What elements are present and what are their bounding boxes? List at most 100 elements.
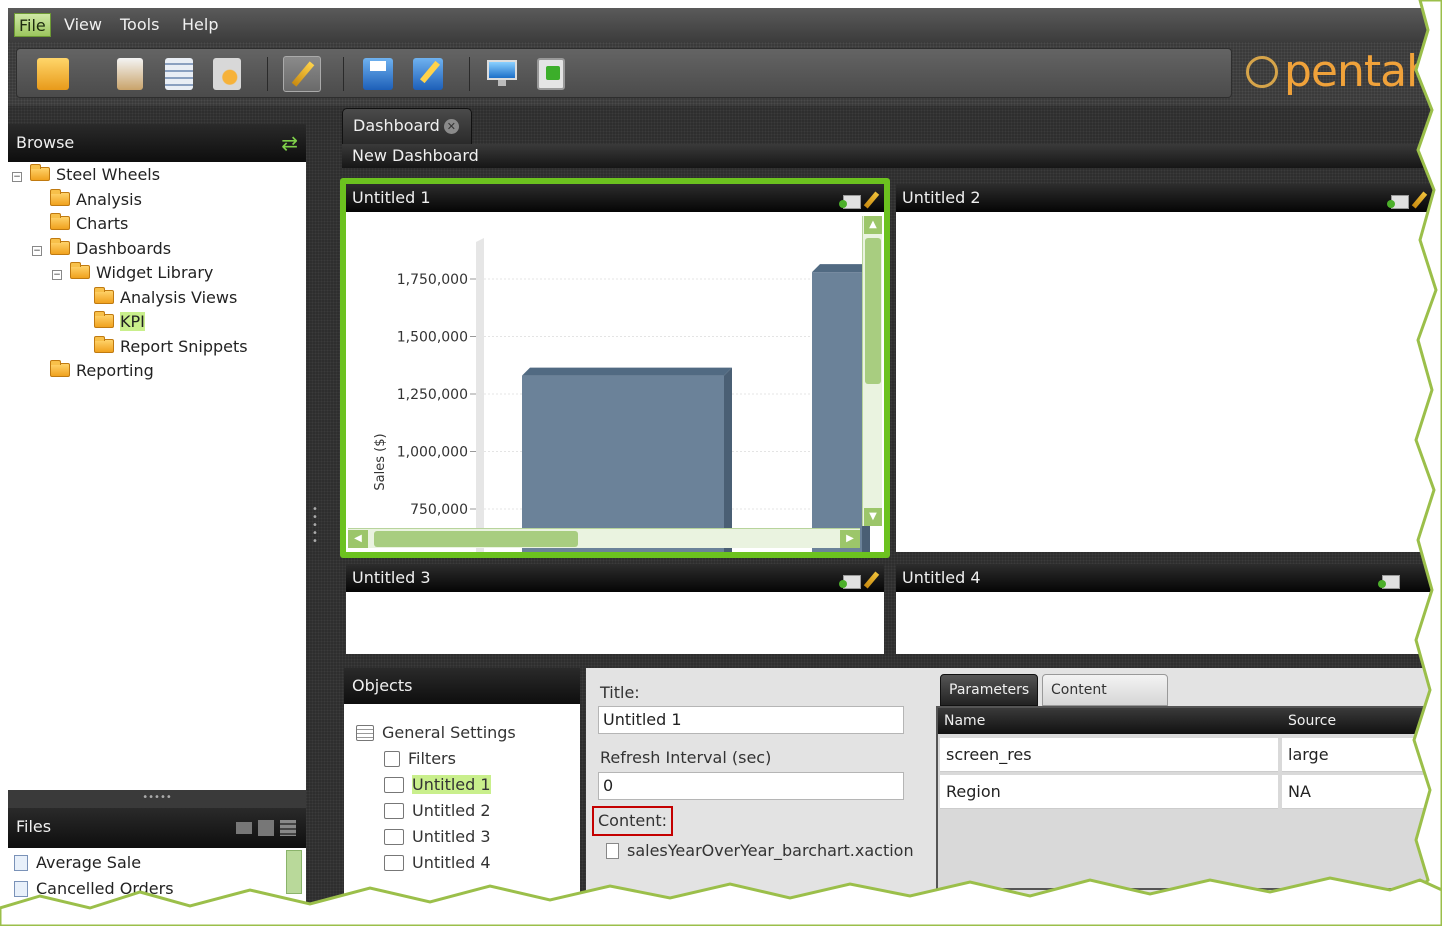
tab-dashboard[interactable]: Dashboard ✕ [342,108,472,144]
title-input[interactable]: Untitled 1 [598,706,904,734]
files-toolbar [236,820,298,836]
param-source-cell[interactable]: large [1282,738,1436,772]
object-untitled-4[interactable]: Untitled 4 [384,852,491,874]
save-as-pencil-icon [419,60,441,84]
tree-item-widget-library[interactable]: − Widget Library [52,262,213,284]
object-label: Untitled 2 [412,801,491,820]
edit-icon[interactable] [863,571,880,589]
tree-item-kpi[interactable]: KPI [94,311,145,333]
horizontal-scroll-thumb[interactable] [374,531,578,547]
param-name-cell[interactable]: screen_res [940,738,1278,772]
tree-item-charts[interactable]: Charts [50,213,128,235]
tree-item-analysis-views[interactable]: Analysis Views [94,287,237,309]
save-icon[interactable] [363,58,393,90]
content-file[interactable]: salesYearOverYear_barchart.xaction [606,841,914,860]
scroll-left-icon[interactable]: ◀ [348,530,368,548]
menu-view[interactable]: View [60,13,106,37]
objects-header: Objects [344,668,580,704]
edit-dashboard-icon[interactable] [283,56,321,92]
chart-vertical-scrollbar[interactable]: ▲ ▼ [862,216,882,526]
new-chart-icon[interactable] [213,58,241,90]
save-as-icon[interactable] [413,58,443,90]
export-icon[interactable] [839,195,861,209]
object-label: Untitled 1 [412,775,491,794]
pentaho-swirl-icon [1246,56,1278,88]
object-filters[interactable]: Filters [384,748,456,770]
bar [812,272,862,552]
pane-icons [1387,190,1428,209]
new-table-icon[interactable] [165,58,193,90]
files-list: Average Sale Cancelled Orders [8,848,306,926]
export-icon[interactable] [839,575,861,589]
tree-item-label: Widget Library [96,263,214,282]
list-view-icon[interactable] [280,820,296,836]
object-untitled-1[interactable]: Untitled 1 [384,774,491,796]
content-file-name: salesYearOverYear_barchart.xaction [627,841,914,860]
folder-view-icon[interactable] [236,822,252,834]
folder-icon [50,238,70,255]
tab-parameters[interactable]: Parameters [940,674,1038,706]
file-item-label: Cancelled Orders [36,879,174,898]
scroll-right-icon[interactable]: ▶ [840,530,860,548]
tree-item-analysis[interactable]: Analysis [50,189,142,211]
browse-tree: − Steel Wheels Analysis Charts − Dashboard… [8,162,306,790]
param-source-cell[interactable]: NA [1282,775,1436,809]
monitor-screen-icon [487,60,517,80]
menu-file[interactable]: File [14,13,51,37]
pane-untitled-3[interactable]: Untitled 3 [346,564,884,654]
content-label: Content: [592,806,674,836]
tree-item-reporting[interactable]: Reporting [50,360,154,382]
column-name-header: Name [944,713,986,729]
collapse-icon[interactable]: − [32,246,42,256]
pane-icon [384,855,404,871]
chart-horizontal-scrollbar[interactable]: ◀ ▶ [348,528,860,548]
files-scrollbar[interactable] [286,850,302,894]
refresh-interval-input[interactable]: 0 [598,772,904,800]
bar [522,375,724,552]
export-icon[interactable] [1387,195,1409,209]
refresh-icon[interactable]: ⇄ [281,124,298,162]
title-label: Title: [600,683,640,702]
folder-icon [30,164,50,181]
browse-files-splitter[interactable]: ••••• [8,790,306,808]
edit-icon[interactable] [863,191,880,209]
folder-icon [50,189,70,206]
collapse-icon[interactable]: − [12,172,22,182]
menu-tools[interactable]: Tools [116,13,163,37]
new-report-icon[interactable] [117,58,143,90]
edit-file-icon[interactable] [258,820,274,836]
pane-untitled-4[interactable]: Untitled 4 [896,564,1438,654]
file-item-cancelled-orders[interactable]: Cancelled Orders [14,878,174,900]
tree-item-steel-wheels[interactable]: − Steel Wheels [12,164,160,186]
tree-item-dashboards[interactable]: − Dashboards [32,238,171,260]
pane-untitled-1[interactable]: Untitled 1 1,750,000 1,500,000 1,250,000 1,… [346,184,884,552]
pane-untitled-2[interactable]: Untitled 2 [896,184,1438,552]
vertical-splitter[interactable]: • • • • • [310,505,320,552]
export-icon[interactable] [1378,575,1400,589]
preview-icon[interactable] [537,58,565,90]
vertical-scroll-thumb[interactable] [865,238,881,384]
scroll-up-icon[interactable]: ▲ [864,216,882,234]
objects-tree: General Settings Filters Untitled 1 Unti… [344,704,580,926]
files-header: Files [8,808,306,848]
param-name-cell[interactable]: Region [940,775,1278,809]
close-icon[interactable]: ✕ [443,119,459,134]
tree-item-report-snippets[interactable]: Report Snippets [94,336,248,358]
tab-content-linking[interactable]: Content Linking [1042,674,1168,728]
scroll-down-icon[interactable]: ▼ [864,508,882,526]
object-untitled-3[interactable]: Untitled 3 [384,826,491,848]
object-untitled-2[interactable]: Untitled 2 [384,800,491,822]
monitor-icon[interactable] [487,58,517,90]
edit-icon[interactable] [1411,191,1428,209]
open-folder-icon[interactable] [37,58,69,90]
toolbar-separator [469,57,470,91]
object-general-settings[interactable]: General Settings [356,722,516,744]
file-item-average-sale[interactable]: Average Sale [14,852,141,874]
parameters-table-header: Name Source [938,708,1436,734]
column-source-header: Source [1288,713,1337,729]
collapse-icon[interactable]: − [52,270,62,280]
tree-item-label: Report Snippets [120,337,248,356]
menu-help[interactable]: Help [178,13,222,37]
xaction-file-icon [606,843,619,859]
pane-header: Untitled 1 [346,184,884,212]
